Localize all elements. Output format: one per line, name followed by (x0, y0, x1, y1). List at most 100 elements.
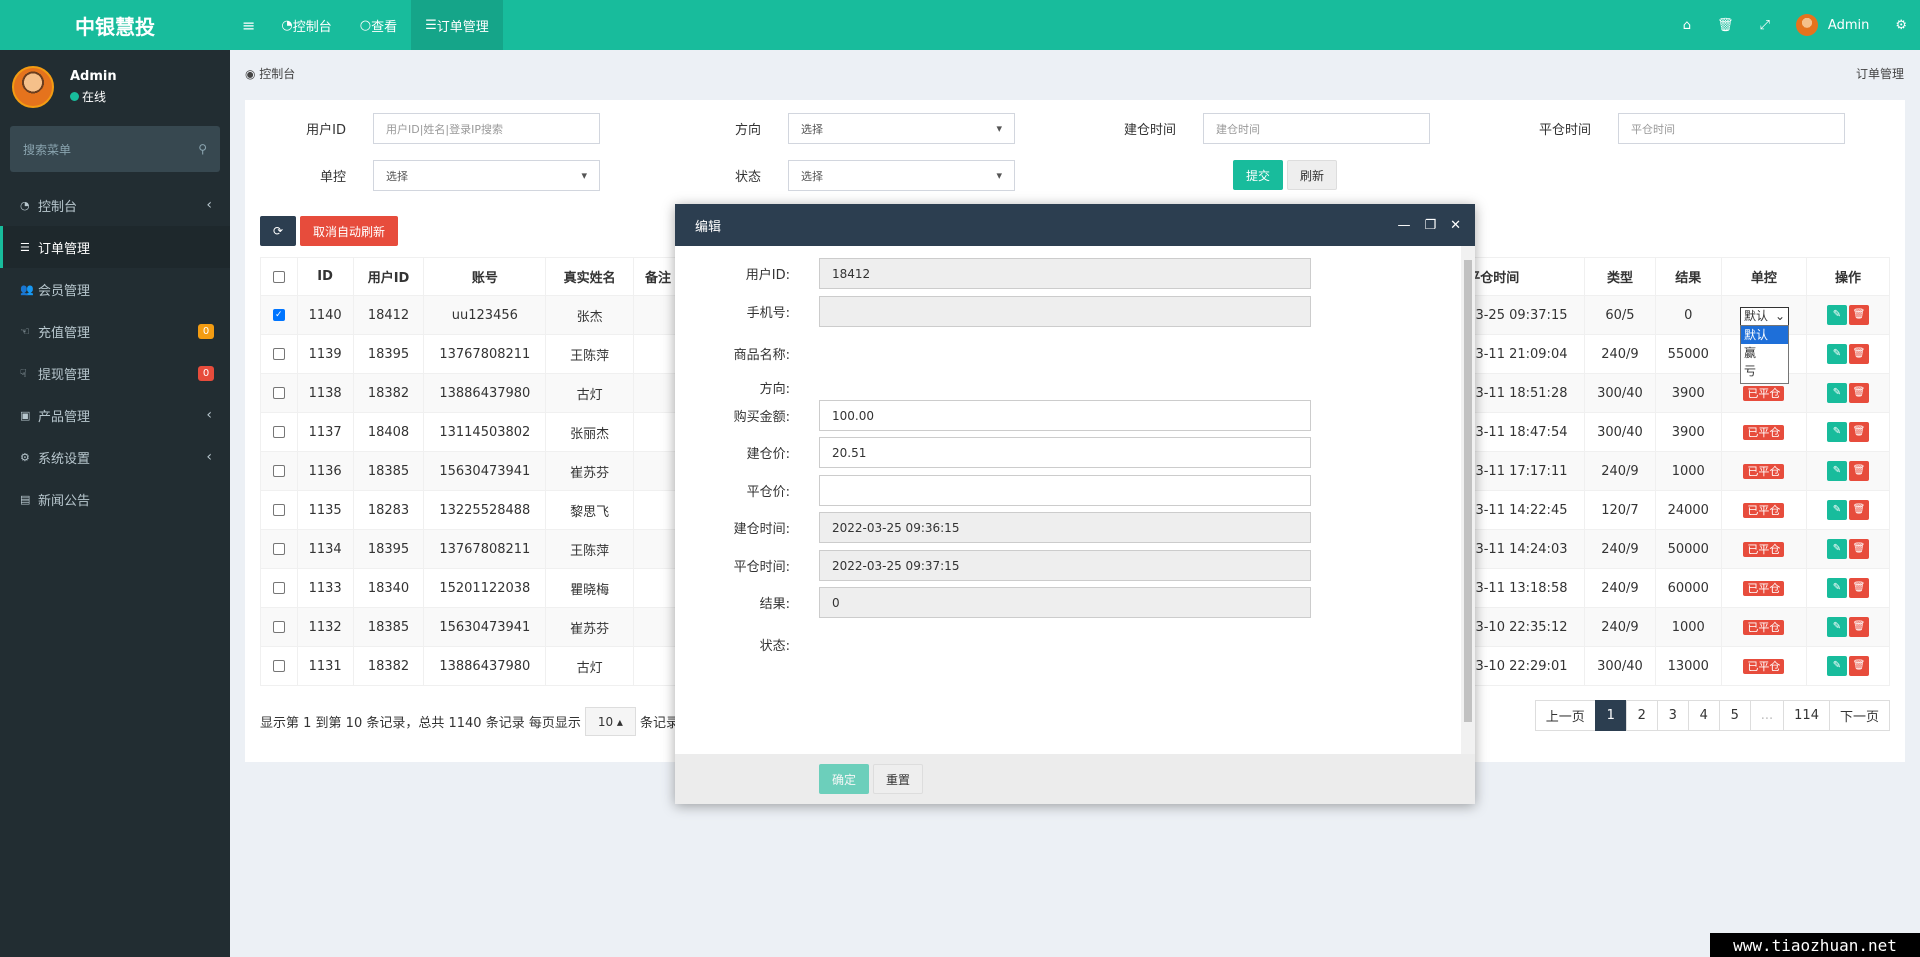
close-icon[interactable]: ✕ (1450, 218, 1461, 233)
row-checkbox[interactable] (272, 621, 285, 633)
brand-logo[interactable]: 中银慧投 (0, 0, 230, 50)
modal-scrollbar[interactable] (1461, 246, 1475, 754)
delete-icon[interactable]: 🗑 (1849, 422, 1869, 442)
row-checkbox[interactable] (272, 426, 285, 438)
row-checkbox[interactable] (272, 660, 285, 672)
reload-icon[interactable]: ⟳ (260, 216, 296, 246)
reset-button[interactable]: 重置 (873, 764, 923, 794)
delete-icon[interactable]: 🗑 (1849, 461, 1869, 481)
edit-icon[interactable]: ✎ (1827, 305, 1847, 325)
sidebar-item-4[interactable]: ☟ 提现管理 0 (0, 352, 230, 394)
sidebar-toggle-button[interactable]: ≡ (230, 0, 267, 50)
delete-icon[interactable]: 🗑 (1849, 539, 1869, 559)
field-input[interactable]: 100.00 (819, 400, 1311, 431)
admin-menu[interactable]: Admin (1783, 0, 1882, 50)
field-input[interactable] (819, 475, 1311, 506)
per-page-select[interactable]: 10 ▴ (584, 707, 636, 736)
prev-page-button[interactable]: 上一页 (1534, 700, 1596, 731)
breadcrumb-home[interactable]: 控制台 (259, 67, 295, 81)
row-checkbox-cell[interactable] (260, 646, 298, 686)
row-control-select[interactable]: 默认 ⌄ (1740, 307, 1789, 326)
page-button[interactable]: 4 (1687, 700, 1720, 731)
cancel-auto-refresh-button[interactable]: 取消自动刷新 (300, 216, 398, 246)
trash-icon[interactable]: 🗑 (1704, 0, 1747, 50)
row-checkbox[interactable] (272, 348, 285, 360)
row-checkbox[interactable]: ✓ (272, 309, 285, 321)
edit-icon[interactable]: ✎ (1827, 656, 1847, 676)
sidebar-item-0[interactable]: ◔ 控制台 ‹ (0, 184, 230, 226)
row-checkbox-cell[interactable] (260, 529, 298, 569)
row-checkbox-cell[interactable] (260, 334, 298, 374)
edit-icon[interactable]: ✎ (1827, 383, 1847, 403)
edit-icon[interactable]: ✎ (1827, 422, 1847, 442)
page-button[interactable]: 2 (1625, 700, 1658, 731)
sidebar-item-3[interactable]: ☜ 充值管理 0 (0, 310, 230, 352)
user-id-input[interactable]: 用户ID|姓名|登录IP搜索 (373, 113, 600, 144)
sidebar-item-2[interactable]: 👥 会员管理 (0, 268, 230, 310)
edit-icon[interactable]: ✎ (1827, 500, 1847, 520)
maximize-icon[interactable]: ❐ (1424, 218, 1436, 233)
row-checkbox[interactable] (272, 582, 285, 594)
scrollbar-thumb[interactable] (1464, 260, 1472, 722)
row-checkbox-cell[interactable]: ✓ (260, 295, 298, 335)
row-checkbox[interactable] (272, 465, 285, 477)
control-select[interactable]: 选择 ▾ (373, 160, 600, 191)
row-checkbox[interactable] (272, 387, 285, 399)
delete-icon[interactable]: 🗑 (1849, 500, 1869, 520)
row-checkbox-cell[interactable] (260, 607, 298, 647)
delete-icon[interactable]: 🗑 (1849, 617, 1869, 637)
cell-control: 已平仓 (1720, 568, 1808, 608)
fullscreen-icon[interactable]: ⤢ (1747, 0, 1783, 50)
edit-icon[interactable]: ✎ (1827, 617, 1847, 637)
sidebar-menu: ◔ 控制台 ‹ ☰ 订单管理 👥 会员管理 ☜ 充值管理 0 ☟ 提现管理 0 ▣ 产品管理 ‹ ⚙ 系统设置 ‹ ▤… (0, 184, 230, 520)
tab-1[interactable]: ○ 查看 (346, 0, 411, 50)
tab-0[interactable]: ◔ 控制台 (267, 0, 345, 50)
row-checkbox[interactable] (272, 504, 285, 516)
delete-icon[interactable]: 🗑 (1849, 383, 1869, 403)
cell-actions: ✎ 🗑 (1806, 646, 1890, 686)
search-icon[interactable]: ⚲ (198, 142, 207, 156)
sidebar-item-6[interactable]: ⚙ 系统设置 ‹ (0, 436, 230, 478)
delete-icon[interactable]: 🗑 (1849, 344, 1869, 364)
checkbox[interactable] (272, 270, 285, 283)
edit-icon[interactable]: ✎ (1827, 539, 1847, 559)
row-checkbox-cell[interactable] (260, 568, 298, 608)
tab-2[interactable]: ☰ 订单管理 (411, 0, 503, 50)
home-icon[interactable]: ⌂ (1670, 0, 1704, 50)
row-checkbox-cell[interactable] (260, 412, 298, 452)
open-time-input[interactable]: 建仓时间 (1203, 113, 1430, 144)
sidebar-item-1[interactable]: ☰ 订单管理 (0, 226, 230, 268)
field-input[interactable]: 20.51 (819, 437, 1311, 468)
next-page-button[interactable]: 下一页 (1828, 700, 1890, 731)
row-checkbox-cell[interactable] (260, 490, 298, 530)
page-button[interactable]: 1 (1594, 700, 1627, 731)
close-time-input[interactable]: 平仓时间 (1618, 113, 1845, 144)
control-option[interactable]: 赢 (1741, 344, 1788, 362)
control-option[interactable]: 亏 (1741, 362, 1788, 380)
confirm-button[interactable]: 确定 (819, 764, 869, 794)
edit-icon[interactable]: ✎ (1827, 344, 1847, 364)
cell-type: 300/40 (1584, 412, 1656, 452)
row-checkbox[interactable] (272, 543, 285, 555)
submit-button[interactable]: 提交 (1233, 160, 1283, 190)
page-button[interactable]: 5 (1718, 700, 1751, 731)
direction-select[interactable]: 选择 ▾ (788, 113, 1015, 144)
edit-icon[interactable]: ✎ (1827, 461, 1847, 481)
page-button[interactable]: 3 (1656, 700, 1689, 731)
delete-icon[interactable]: 🗑 (1849, 305, 1869, 325)
refresh-button[interactable]: 刷新 (1287, 160, 1337, 190)
control-option[interactable]: 默认 (1741, 326, 1788, 344)
settings-icon[interactable]: ⚙ (1882, 0, 1920, 50)
row-checkbox-cell[interactable] (260, 373, 298, 413)
status-select[interactable]: 选择 ▾ (788, 160, 1015, 191)
row-checkbox-cell[interactable] (260, 451, 298, 491)
select-all-checkbox[interactable] (260, 257, 298, 296)
sidebar-item-5[interactable]: ▣ 产品管理 ‹ (0, 394, 230, 436)
delete-icon[interactable]: 🗑 (1849, 656, 1869, 676)
delete-icon[interactable]: 🗑 (1849, 578, 1869, 598)
edit-icon[interactable]: ✎ (1827, 578, 1847, 598)
minimize-icon[interactable]: — (1397, 218, 1410, 233)
page-button[interactable]: 114 (1783, 700, 1830, 731)
menu-search-input[interactable]: 搜索菜单 ⚲ (10, 126, 220, 172)
sidebar-item-7[interactable]: ▤ 新闻公告 (0, 478, 230, 520)
